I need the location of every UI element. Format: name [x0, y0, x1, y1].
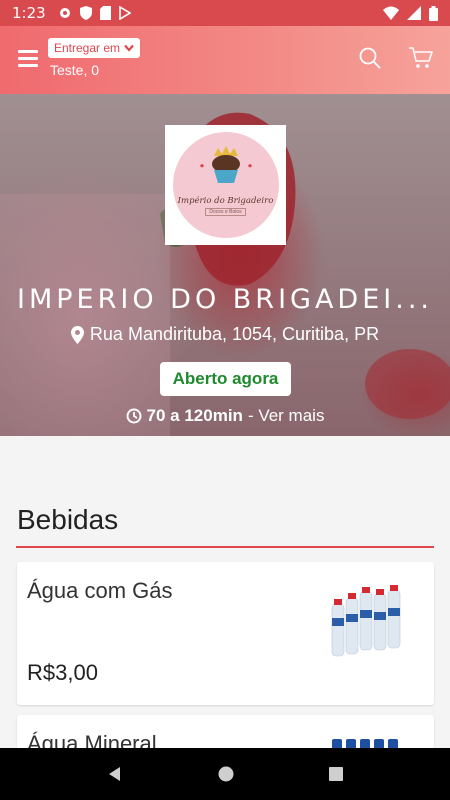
sd-card-icon: [99, 6, 111, 20]
deliver-location-button[interactable]: Entregar em: [48, 38, 141, 58]
crown-cupcake-icon: [199, 146, 252, 183]
store-address: Rua Mandirituba, 1054, Curitiba, PR: [0, 324, 450, 345]
wifi-icon: [383, 6, 399, 20]
cart-icon[interactable]: [408, 46, 434, 70]
signal-icon: [407, 6, 421, 20]
open-status-badge: Aberto agora: [160, 362, 291, 396]
store-address-text: Rua Mandirituba, 1054, Curitiba, PR: [89, 324, 380, 344]
menu-icon[interactable]: [18, 50, 38, 68]
product-card[interactable]: Água Mineral: [17, 715, 434, 748]
see-more-link[interactable]: - Ver mais: [248, 406, 325, 426]
deliver-label: Entregar em: [54, 41, 121, 55]
store-logo: Império do Brigadeiro Doces e Bolos: [165, 125, 286, 245]
recents-icon[interactable]: [328, 766, 344, 782]
home-icon[interactable]: [217, 765, 235, 783]
delivery-address: Teste, 0: [50, 62, 100, 78]
store-hero-banner: Império do Brigadeiro Doces e Bolos IMPE…: [0, 94, 450, 436]
product-price: R$3,00: [27, 660, 98, 685]
app-header: Entregar em Teste, 0: [0, 26, 450, 94]
delivery-time-range: 70 a 120min: [146, 406, 243, 425]
status-time: 1:23: [12, 4, 46, 22]
back-icon[interactable]: [106, 765, 124, 783]
search-icon[interactable]: [358, 46, 382, 70]
product-name: Água Mineral: [27, 731, 157, 748]
play-store-icon: [118, 6, 131, 20]
clock-icon: [126, 408, 142, 424]
product-card[interactable]: Água com Gás R$3,00: [17, 562, 434, 705]
water-bottles-image: [332, 739, 398, 748]
system-navigation-bar: [0, 748, 450, 800]
settings-icon: [59, 8, 70, 18]
store-name: IMPERIO DO BRIGADEI...: [17, 284, 433, 315]
logo-subtitle: Doces e Bolos: [205, 208, 246, 216]
shield-icon: [79, 6, 92, 20]
delivery-time-info[interactable]: 70 a 120min - Ver mais: [0, 406, 450, 426]
status-bar: 1:23: [0, 0, 450, 26]
logo-badge: Império do Brigadeiro Doces e Bolos: [172, 132, 279, 238]
product-name: Água com Gás: [27, 578, 173, 603]
category-divider: [16, 546, 434, 548]
logo-text: Império do Brigadeiro: [177, 196, 274, 206]
water-bottles-image: [331, 585, 401, 657]
battery-icon: [429, 5, 438, 21]
chevron-down-icon: [124, 44, 134, 52]
map-pin-icon: [70, 325, 84, 344]
category-title: Bebidas: [17, 504, 119, 535]
menu-content: Bebidas Água com Gás R$3,00 Água Mineral: [0, 436, 450, 748]
